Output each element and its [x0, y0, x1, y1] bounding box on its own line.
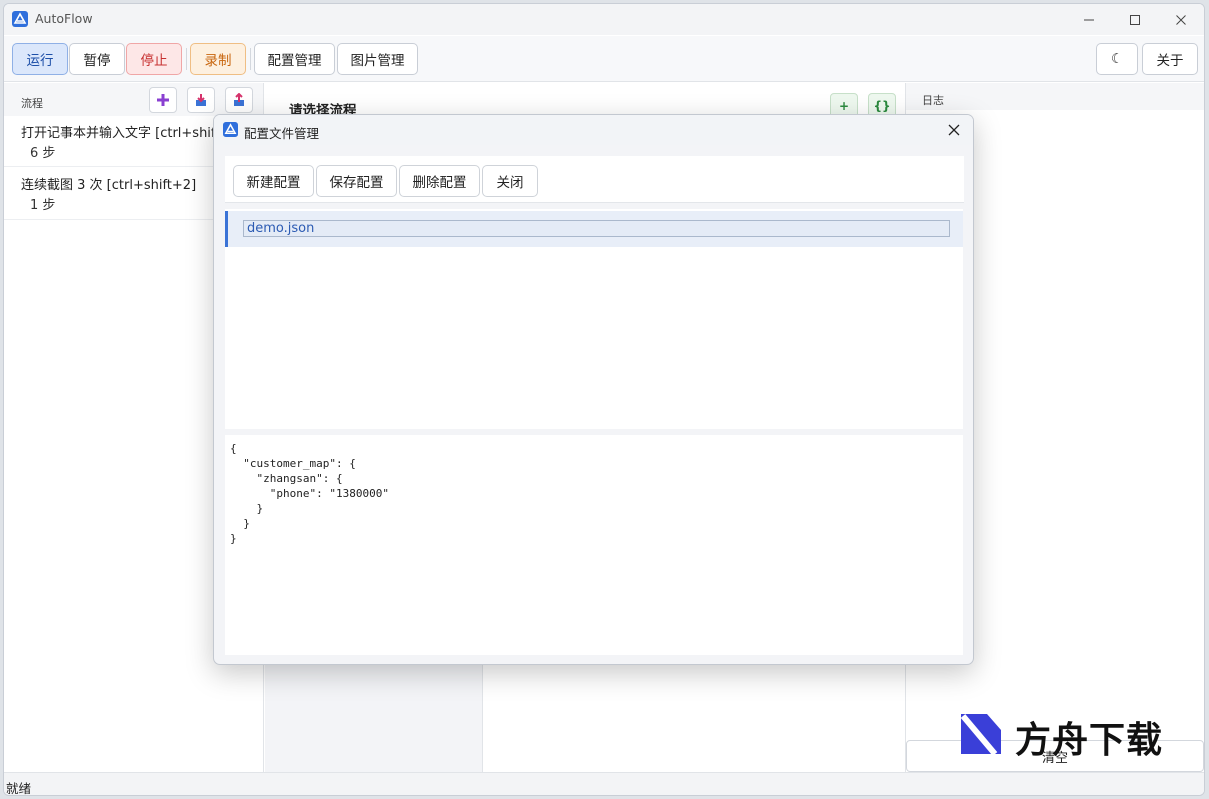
status-bar: 就绪 [4, 772, 1204, 796]
theme-toggle-button[interactable]: ☾ [1096, 43, 1138, 75]
app-logo-icon [223, 122, 238, 137]
watermark-logo-icon [960, 714, 1001, 756]
title-bar[interactable]: AutoFlow [4, 4, 1204, 35]
config-file-list: demo.json [225, 209, 963, 429]
config-file-item[interactable]: demo.json [225, 211, 963, 247]
close-dialog-button[interactable]: 关闭 [482, 165, 538, 197]
dialog-toolbar: 新建配置 保存配置 删除配置 关闭 [225, 156, 964, 203]
main-toolbar: 运行 暂停 停止 录制 配置管理 图片管理 ☾ 关于 [4, 36, 1204, 82]
app-logo-icon [12, 11, 28, 27]
delete-config-button[interactable]: 删除配置 [399, 165, 480, 197]
minimize-icon [1084, 19, 1094, 20]
log-header: 日志 [906, 83, 1204, 110]
status-text: 就绪 [6, 781, 32, 796]
maximize-icon [1130, 14, 1140, 25]
minimize-button[interactable] [1066, 4, 1112, 35]
toolbar-divider [186, 48, 187, 70]
save-config-button[interactable]: 保存配置 [316, 165, 397, 197]
export-icon [234, 93, 244, 106]
pause-button[interactable]: 暂停 [69, 43, 125, 75]
dialog-close-button[interactable] [941, 118, 967, 142]
stop-button[interactable]: 停止 [126, 43, 182, 75]
toolbar-divider [250, 48, 251, 70]
flow-list-title: 流程 [21, 97, 43, 110]
flow-list-header: 流程 [4, 83, 263, 116]
config-manage-button[interactable]: 配置管理 [254, 43, 335, 75]
maximize-button[interactable] [1112, 4, 1158, 35]
config-json-editor[interactable]: { "customer_map": { "zhangsan": { "phone… [225, 435, 963, 655]
record-button[interactable]: 录制 [190, 43, 246, 75]
new-config-button[interactable]: 新建配置 [233, 165, 314, 197]
window-title: AutoFlow [35, 11, 93, 26]
import-icon [196, 94, 206, 106]
dialog-title: 配置文件管理 [244, 126, 320, 141]
watermark-logo: 方舟下载 [957, 707, 1172, 762]
close-icon [1176, 14, 1186, 25]
close-icon [948, 124, 960, 136]
run-button[interactable]: 运行 [12, 43, 68, 75]
watermark-text: 方舟下载 [1015, 720, 1164, 761]
export-flow-button[interactable] [225, 87, 253, 113]
config-manager-dialog: 配置文件管理 新建配置 保存配置 删除配置 关闭 demo.json { "cu… [213, 114, 974, 665]
log-title: 日志 [922, 94, 944, 107]
add-flow-button[interactable] [149, 87, 177, 113]
about-button[interactable]: 关于 [1142, 43, 1198, 75]
plus-icon [157, 94, 169, 106]
import-flow-button[interactable] [187, 87, 215, 113]
image-manage-button[interactable]: 图片管理 [337, 43, 418, 75]
close-window-button[interactable] [1158, 4, 1204, 35]
dialog-title-bar[interactable]: 配置文件管理 [214, 115, 973, 145]
config-file-name-input[interactable]: demo.json [243, 220, 950, 237]
